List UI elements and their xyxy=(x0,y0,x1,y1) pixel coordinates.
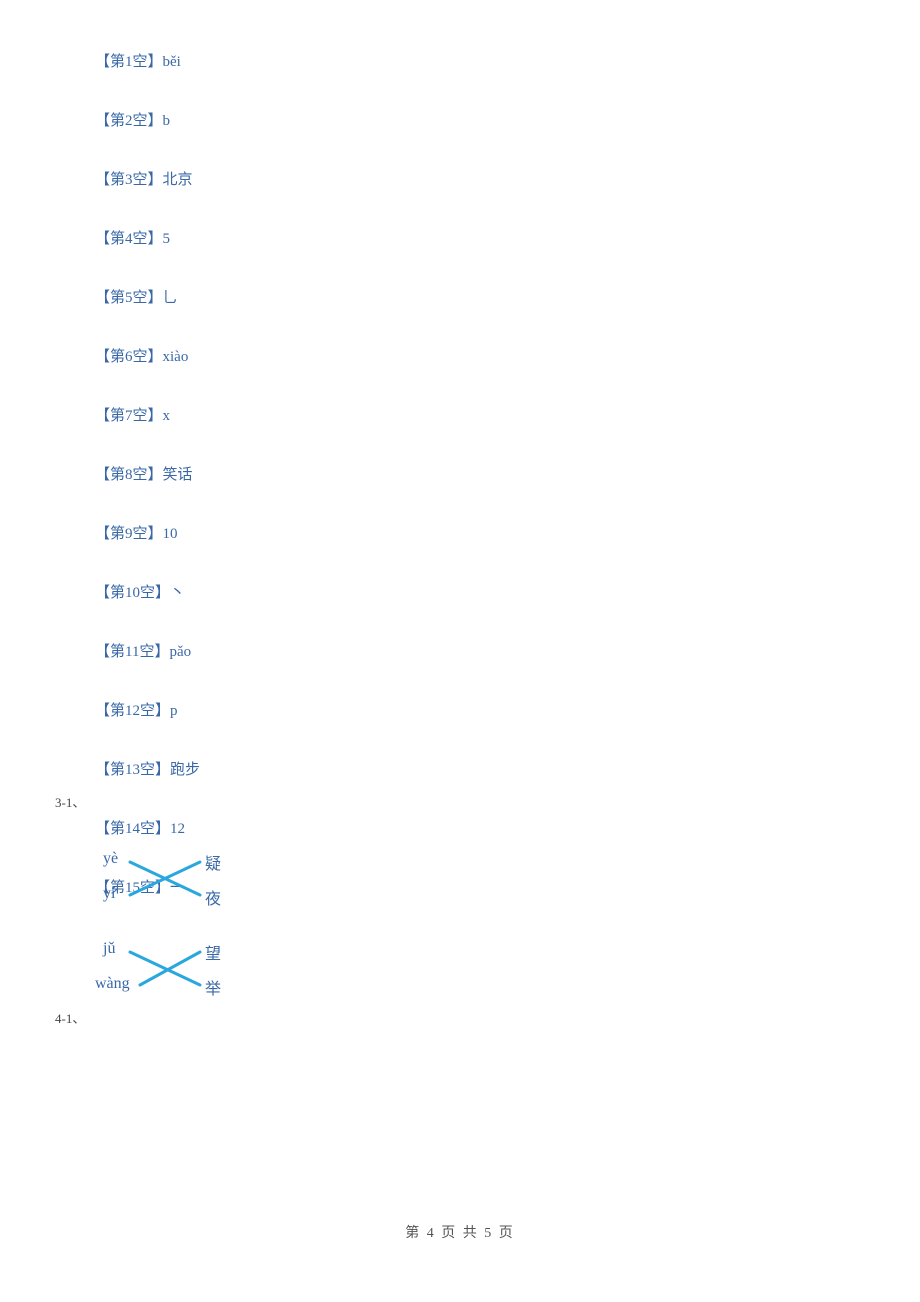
answer-label: 【第5空】 xyxy=(95,290,163,306)
answer-row-3: 【第3空】北京 xyxy=(95,168,920,189)
answer-label: 【第1空】 xyxy=(95,54,163,70)
answer-value: pǎo xyxy=(169,644,191,660)
answer-label: 【第13空】 xyxy=(95,762,170,778)
answer-value: 10 xyxy=(163,526,178,542)
answer-row-8: 【第8空】笑话 xyxy=(95,463,920,484)
answer-value: xiào xyxy=(163,349,189,365)
answer-value: p xyxy=(170,703,178,719)
answer-value: 丶 xyxy=(170,585,185,601)
answer-row-14: 【第14空】12 xyxy=(95,817,920,838)
answer-row-9: 【第9空】10 xyxy=(95,522,920,543)
answer-label: 【第3空】 xyxy=(95,172,163,188)
matching-diagram: yè yí jǔ wàng 疑 夜 望 举 xyxy=(95,850,275,1030)
answer-label: 【第7空】 xyxy=(95,408,163,424)
answer-value: x xyxy=(163,408,171,424)
page: 【第1空】běi 【第2空】b 【第3空】北京 【第4空】5 【第5空】乚 【第… xyxy=(0,0,920,1302)
answer-value: b xyxy=(163,113,171,129)
answer-label: 【第2空】 xyxy=(95,113,163,129)
answer-value: 跑步 xyxy=(170,762,200,778)
answer-row-12: 【第12空】p xyxy=(95,699,920,720)
answer-value: 12 xyxy=(170,821,185,837)
answer-row-13: 【第13空】跑步 xyxy=(95,758,920,779)
answer-row-2: 【第2空】b xyxy=(95,109,920,130)
answer-label: 【第9空】 xyxy=(95,526,163,542)
answer-label: 【第12空】 xyxy=(95,703,170,719)
answer-row-11: 【第11空】pǎo xyxy=(95,640,920,661)
answer-value: 北京 xyxy=(163,172,193,188)
answer-value: 乚 xyxy=(163,290,178,306)
answer-label: 【第14空】 xyxy=(95,821,170,837)
answer-label: 【第4空】 xyxy=(95,231,163,247)
answer-row-7: 【第7空】x xyxy=(95,404,920,425)
answer-row-1: 【第1空】běi xyxy=(95,50,920,71)
answer-value: běi xyxy=(163,54,181,70)
answer-row-6: 【第6空】xiào xyxy=(95,345,920,366)
answer-row-4: 【第4空】5 xyxy=(95,227,920,248)
page-footer: 第 4 页 共 5 页 xyxy=(0,1222,920,1242)
answer-value: 5 xyxy=(163,231,171,247)
answer-label: 【第8空】 xyxy=(95,467,163,483)
answer-row-10: 【第10空】丶 xyxy=(95,581,920,602)
answer-value: 笑话 xyxy=(163,467,193,483)
match-lines-icon xyxy=(95,850,275,1020)
answer-label: 【第6空】 xyxy=(95,349,163,365)
answer-row-5: 【第5空】乚 xyxy=(95,286,920,307)
item-number-3-1: 3-1、 xyxy=(55,792,85,811)
item-number-4-1: 4-1、 xyxy=(55,1008,85,1027)
answer-label: 【第10空】 xyxy=(95,585,170,601)
answer-label: 【第11空】 xyxy=(95,644,169,660)
